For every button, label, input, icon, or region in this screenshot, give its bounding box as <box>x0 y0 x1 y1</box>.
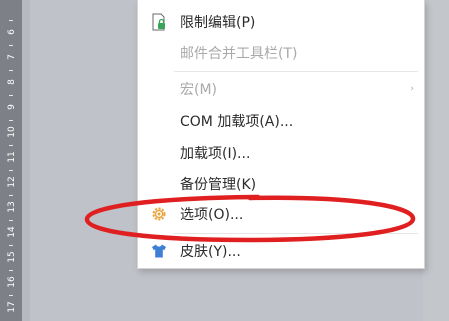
ruler-tick-label: 6 <box>7 29 17 35</box>
ruler-minor-tick <box>9 145 13 146</box>
menu-item-label: 皮肤(Y)... <box>180 244 241 260</box>
tools-dropdown-menu: 限制编辑(P) 邮件合并工具栏(T) 宏(M) › COM 加载项(A)... … <box>137 0 425 269</box>
ruler-tick-label: 10 <box>7 126 17 138</box>
ruler-tick-label: 8 <box>7 79 17 85</box>
menu-separator <box>174 233 418 234</box>
ruler-minor-tick <box>9 120 13 121</box>
ruler-minor-tick <box>9 20 13 21</box>
vertical-ruler[interactable]: 6 7 8 9 10 11 12 13 14 15 16 17 18 <box>0 0 22 321</box>
menu-item-label: COM 加载项(A)... <box>180 114 294 130</box>
submenu-arrow-icon: › <box>410 84 414 94</box>
document-margin <box>22 0 30 321</box>
ruler-minor-tick <box>9 170 13 171</box>
gear-icon <box>150 205 168 223</box>
ruler-tick-label: 9 <box>7 104 17 110</box>
menu-item-label: 邮件合并工具栏(T) <box>180 46 298 62</box>
ruler-tick-label: 16 <box>7 276 17 288</box>
document-margin-right <box>423 0 449 321</box>
menu-item-label: 限制编辑(P) <box>180 15 256 31</box>
ruler-minor-tick <box>9 220 13 221</box>
ruler-tick-label: 14 <box>7 226 17 238</box>
menu-item-backup-manager[interactable]: 备份管理(K) <box>138 169 424 199</box>
ruler-tick-label: 12 <box>7 176 17 188</box>
menu-item-label: 选项(O)... <box>180 207 244 223</box>
ruler-minor-tick <box>9 95 13 96</box>
ruler-minor-tick <box>9 245 13 246</box>
menu-item-macro[interactable]: 宏(M) › <box>138 74 424 104</box>
menu-separator <box>174 71 418 72</box>
menu-item-mail-merge-toolbar[interactable]: 邮件合并工具栏(T) <box>138 38 424 68</box>
menu-item-com-addins[interactable]: COM 加载项(A)... <box>138 106 424 136</box>
menu-item-addins[interactable]: 加载项(I)... <box>138 138 424 168</box>
menu-item-label: 宏(M) <box>180 82 218 98</box>
ruler-tick-label: 17 <box>7 301 17 313</box>
ruler-minor-tick <box>9 270 13 271</box>
menu-item-label: 备份管理(K) <box>180 177 257 193</box>
menu-item-restrict-editing[interactable]: 限制编辑(P) <box>138 7 424 37</box>
ruler-minor-tick <box>9 70 13 71</box>
app-window: 6 7 8 9 10 11 12 13 14 15 16 17 18 <box>0 0 449 321</box>
restrict-edit-icon <box>150 13 168 31</box>
menu-item-options[interactable]: 选项(O)... <box>138 199 424 229</box>
tshirt-icon <box>150 242 168 260</box>
ruler-tick-label: 15 <box>7 251 17 263</box>
ruler-tick-label: 13 <box>7 201 17 213</box>
ruler-minor-tick <box>9 45 13 46</box>
ruler-minor-tick <box>9 195 13 196</box>
ruler-tick-label: 11 <box>7 151 17 163</box>
menu-item-skin[interactable]: 皮肤(Y)... <box>138 236 424 266</box>
ruler-minor-tick <box>9 295 13 296</box>
menu-item-label: 加载项(I)... <box>180 146 251 162</box>
ruler-tick-label: 7 <box>7 54 17 60</box>
